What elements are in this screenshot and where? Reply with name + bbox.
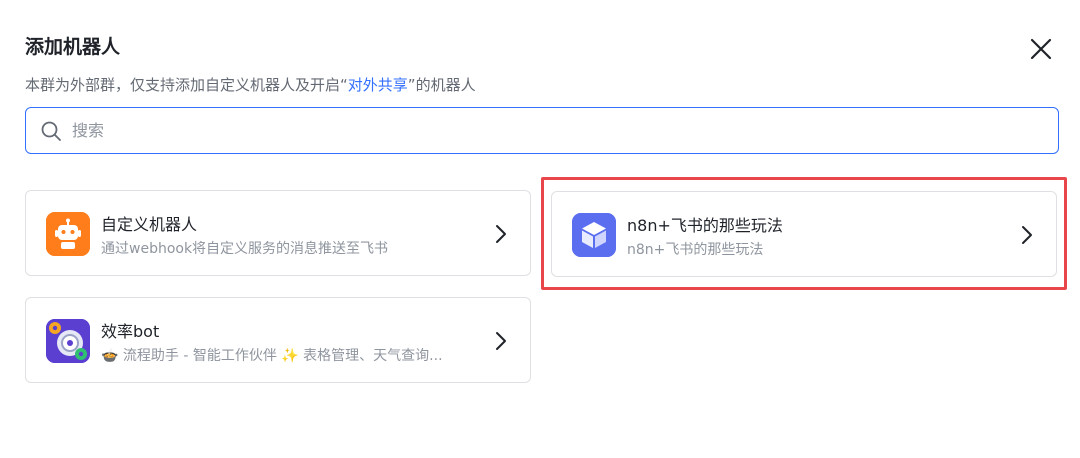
search-input[interactable] bbox=[72, 115, 1032, 146]
bot-name: 效率bot bbox=[101, 322, 160, 341]
n8n-bot-avatar bbox=[572, 213, 616, 257]
subtitle-suffix: ”的机器人 bbox=[407, 76, 476, 94]
bot-name: 自定义机器人 bbox=[101, 215, 198, 234]
search-box[interactable] bbox=[25, 107, 1059, 154]
dialog-subtitle: 本群为外部群，仅支持添加自定义机器人及开启“对外共享”的机器人 bbox=[25, 74, 476, 95]
external-sharing-link[interactable]: 对外共享 bbox=[348, 76, 408, 94]
dialog-title: 添加机器人 bbox=[25, 36, 121, 58]
bot-name: n8n+飞书的那些玩法 bbox=[627, 216, 783, 235]
chevron-right-icon bbox=[1022, 226, 1032, 244]
bot-description: 通过webhook将自定义服务的消息推送至飞书 bbox=[101, 241, 389, 257]
search-icon bbox=[41, 121, 61, 141]
close-button[interactable] bbox=[1028, 36, 1054, 62]
bot-card-n8n[interactable]: n8n+飞书的那些玩法 n8n+飞书的那些玩法 bbox=[551, 191, 1057, 277]
chevron-right-icon bbox=[496, 332, 506, 350]
custom-bot-avatar bbox=[46, 212, 90, 256]
bot-card-efficiency[interactable]: 效率bot 🍲 流程助手 - 智能工作伙伴 ✨ 表格管理、天气查询... bbox=[25, 297, 531, 383]
chevron-right-icon bbox=[496, 225, 506, 243]
gear-cluster-icon bbox=[46, 319, 90, 363]
cube-icon bbox=[572, 213, 616, 257]
efficiency-bot-avatar bbox=[46, 319, 90, 363]
robot-icon bbox=[46, 212, 90, 256]
subtitle-prefix: 本群为外部群，仅支持添加自定义机器人及开启“ bbox=[25, 76, 348, 94]
bot-description: 🍲 流程助手 - 智能工作伙伴 ✨ 表格管理、天气查询... bbox=[101, 348, 443, 364]
bot-card-custom[interactable]: 自定义机器人 通过webhook将自定义服务的消息推送至飞书 bbox=[25, 190, 531, 276]
bot-description: n8n+飞书的那些玩法 bbox=[627, 242, 764, 258]
add-bot-dialog: 添加机器人 本群为外部群，仅支持添加自定义机器人及开启“对外共享”的机器人 搜索… bbox=[0, 0, 1080, 458]
close-icon[interactable] bbox=[1028, 36, 1054, 62]
